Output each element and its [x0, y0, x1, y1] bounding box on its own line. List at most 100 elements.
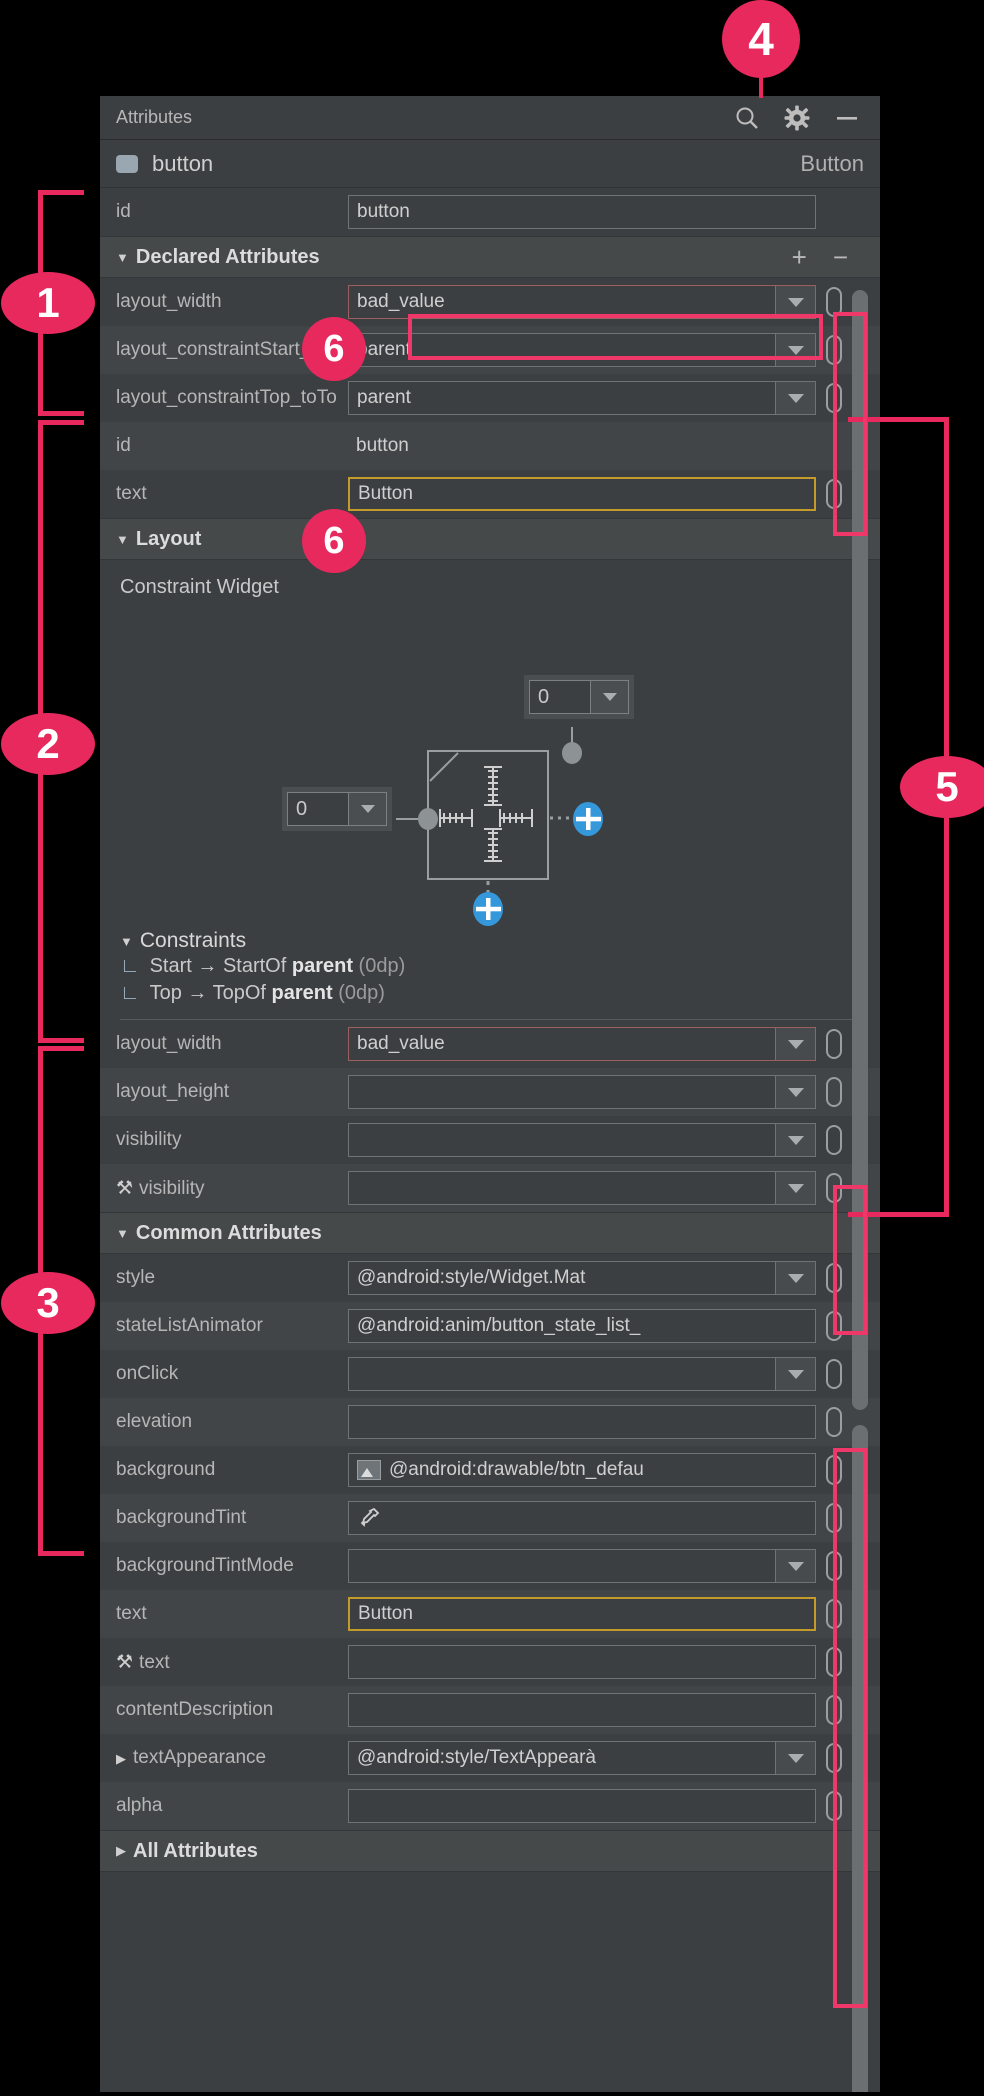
constraint-hook-icon: ∟ — [120, 982, 140, 1004]
attribute-field[interactable]: @android:style/TextAppearà — [348, 1741, 816, 1775]
attribute-value-input[interactable]: Button — [348, 1597, 816, 1631]
remove-attribute-button[interactable]: − — [833, 244, 848, 270]
attribute-field[interactable]: @android:style/Widget.Mat — [348, 1261, 816, 1295]
chevron-down-icon[interactable] — [775, 1124, 815, 1156]
attribute-value-input[interactable]: @android:anim/button_state_list_ — [348, 1309, 816, 1343]
constraints-header[interactable]: ▼ Constraints — [100, 929, 880, 953]
gear-icon[interactable] — [784, 105, 810, 131]
attribute-state-indicator[interactable] — [826, 1407, 842, 1437]
attribute-value-input[interactable]: @android:style/Widget.Mat — [348, 1261, 816, 1295]
attribute-state-indicator[interactable] — [826, 383, 842, 413]
chevron-down-icon: ▼ — [116, 249, 129, 265]
attribute-field[interactable] — [348, 1405, 816, 1439]
constraint-item[interactable]: ∟ Top → TopOf parent (0dp) — [100, 980, 880, 1007]
constraint-widget-diagram[interactable] — [100, 599, 880, 929]
chevron-down-icon[interactable] — [775, 286, 815, 318]
search-icon[interactable] — [734, 105, 760, 131]
attribute-field[interactable] — [348, 1171, 816, 1205]
section-common-attributes[interactable]: ▼ Common Attributes — [100, 1212, 880, 1254]
vertical-scrollbar-thumb-lower[interactable] — [852, 1425, 868, 2092]
attribute-state-indicator[interactable] — [826, 1125, 842, 1155]
attribute-state-indicator[interactable] — [826, 1647, 842, 1677]
attribute-value-input[interactable] — [348, 1171, 816, 1205]
attribute-state-indicator[interactable] — [826, 1173, 842, 1203]
chevron-right-icon[interactable]: ▶ — [116, 1751, 126, 1767]
add-attribute-button[interactable]: + — [792, 244, 807, 270]
attribute-row: visibility — [100, 1116, 880, 1164]
chevron-down-icon[interactable] — [775, 382, 815, 414]
chevron-down-icon[interactable] — [775, 1172, 815, 1204]
attribute-row: elevation — [100, 1398, 880, 1446]
attribute-state-indicator[interactable] — [826, 1599, 842, 1629]
chevron-down-icon[interactable] — [775, 1742, 815, 1774]
attribute-field[interactable] — [348, 1501, 816, 1535]
attribute-value-input[interactable] — [348, 1123, 816, 1157]
attribute-value-input[interactable] — [348, 1693, 816, 1727]
attribute-value-input[interactable] — [348, 1645, 816, 1679]
eyedropper-icon[interactable] — [357, 1506, 381, 1530]
add-bottom-constraint-button[interactable] — [470, 891, 506, 932]
attribute-state-indicator[interactable] — [826, 1029, 842, 1059]
attribute-state-indicator[interactable] — [826, 335, 842, 365]
attribute-field[interactable] — [348, 1123, 816, 1157]
attribute-field[interactable]: parent — [348, 333, 816, 367]
attribute-state-indicator[interactable] — [826, 1077, 842, 1107]
attribute-state-indicator[interactable] — [826, 1263, 842, 1293]
attribute-value-input[interactable] — [348, 1501, 816, 1535]
add-end-constraint-button[interactable] — [570, 801, 606, 842]
attribute-state-indicator[interactable] — [826, 1695, 842, 1725]
attribute-field[interactable] — [348, 1357, 816, 1391]
attribute-field[interactable] — [348, 1549, 816, 1583]
attribute-field[interactable]: @android:anim/button_state_list_ — [348, 1309, 816, 1343]
attribute-field[interactable]: @android:drawable/btn_defau — [348, 1453, 816, 1487]
attribute-value-input[interactable] — [348, 1405, 816, 1439]
attribute-value-input[interactable]: @android:drawable/btn_defau — [348, 1453, 816, 1487]
attribute-field[interactable] — [348, 1789, 816, 1823]
attribute-state-indicator[interactable] — [826, 1791, 842, 1821]
section-all-attributes[interactable]: ▶ All Attributes — [100, 1830, 880, 1872]
attribute-field[interactable]: Button — [348, 477, 816, 511]
attribute-state-indicator[interactable] — [826, 1503, 842, 1533]
attribute-value-input[interactable]: parent — [348, 333, 816, 367]
id-input[interactable]: button — [348, 195, 816, 229]
attribute-state-indicator[interactable] — [826, 1455, 842, 1485]
attribute-field[interactable] — [348, 1645, 816, 1679]
chevron-down-icon[interactable] — [775, 1262, 815, 1294]
attribute-value-input[interactable] — [348, 1789, 816, 1823]
attribute-field[interactable]: button — [348, 435, 816, 457]
attribute-field[interactable]: button — [348, 195, 816, 229]
attribute-value[interactable]: button — [348, 435, 816, 457]
attribute-value-input[interactable]: bad_value — [348, 1027, 816, 1061]
constraint-widget[interactable]: 0 0 — [100, 599, 880, 929]
attribute-value-input[interactable]: parent — [348, 381, 816, 415]
attribute-state-indicator[interactable] — [826, 1311, 842, 1341]
attribute-state-indicator[interactable] — [826, 1359, 842, 1389]
attribute-state-indicator[interactable] — [826, 1743, 842, 1773]
chevron-right-icon: ▶ — [116, 1843, 126, 1858]
attribute-field[interactable]: Button — [348, 1597, 816, 1631]
chevron-down-icon[interactable] — [775, 1550, 815, 1582]
attribute-value-input[interactable] — [348, 1075, 816, 1109]
attribute-value-input[interactable] — [348, 1357, 816, 1391]
attribute-field[interactable]: parent — [348, 381, 816, 415]
chevron-down-icon[interactable] — [775, 1028, 815, 1060]
attribute-field[interactable]: bad_value — [348, 1027, 816, 1061]
attribute-state-indicator[interactable] — [826, 1551, 842, 1581]
attribute-value-input[interactable] — [348, 1549, 816, 1583]
chevron-down-icon[interactable] — [775, 1076, 815, 1108]
attribute-state-indicator[interactable] — [826, 479, 842, 509]
chevron-down-icon[interactable] — [775, 334, 815, 366]
attribute-value-input[interactable]: bad_value — [348, 285, 816, 319]
attribute-state-indicator[interactable] — [826, 287, 842, 317]
attribute-field[interactable]: bad_value — [348, 285, 816, 319]
section-declared-attributes[interactable]: ▼ Declared Attributes + − — [100, 236, 880, 278]
attribute-field[interactable] — [348, 1693, 816, 1727]
chevron-down-icon[interactable] — [775, 1358, 815, 1390]
section-layout[interactable]: ▼ Layout — [100, 518, 880, 560]
attribute-value-input[interactable]: @android:style/TextAppearà — [348, 1741, 816, 1775]
attribute-value-input[interactable]: Button — [348, 477, 816, 511]
minimize-icon[interactable] — [834, 105, 860, 131]
attribute-field[interactable] — [348, 1075, 816, 1109]
constraint-item[interactable]: ∟ Start → StartOf parent (0dp) — [100, 953, 880, 980]
vertical-scrollbar-thumb[interactable] — [852, 290, 868, 1410]
